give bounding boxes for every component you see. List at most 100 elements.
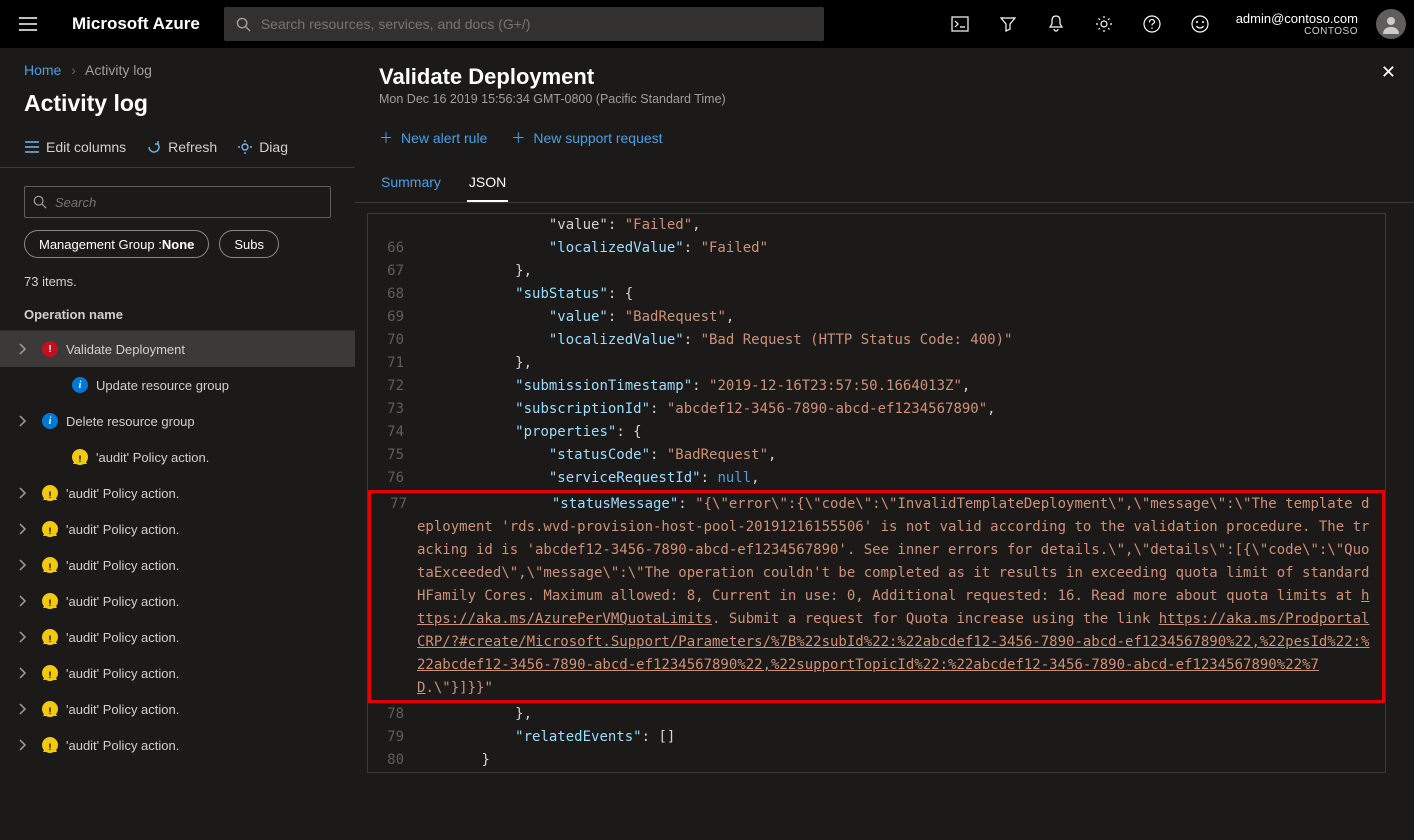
line-number: 80 — [368, 749, 414, 772]
filter-management-group[interactable]: Management Group : None — [24, 230, 209, 258]
operation-row[interactable]: ! 'audit' Policy action. — [0, 439, 355, 475]
chevron-right-icon — [18, 487, 34, 499]
operation-label: 'audit' Policy action. — [66, 558, 179, 573]
chevron-right-icon — [18, 415, 34, 427]
operation-row[interactable]: ! 'audit' Policy action. — [0, 547, 355, 583]
code-line: "properties": { — [414, 421, 1385, 444]
line-number: 75 — [368, 444, 414, 467]
code-line: "relatedEvents": [] — [414, 726, 1385, 749]
code-line: "localizedValue": "Bad Request (HTTP Sta… — [414, 329, 1385, 352]
detail-subtitle: Mon Dec 16 2019 15:56:34 GMT-0800 (Pacif… — [379, 92, 1390, 106]
operation-label: 'audit' Policy action. — [66, 594, 179, 609]
operation-row[interactable]: ! Validate Deployment — [0, 331, 355, 367]
status-warn-icon: ! — [42, 701, 58, 717]
chevron-right-icon — [18, 667, 34, 679]
line-number: 67 — [368, 260, 414, 283]
notifications-icon[interactable] — [1034, 2, 1078, 46]
breadcrumb: Home › Activity log — [0, 48, 355, 86]
operation-row[interactable]: i Update resource group — [0, 367, 355, 403]
line-number: 68 — [368, 283, 414, 306]
status-warn-icon: ! — [42, 665, 58, 681]
chevron-right-icon — [18, 631, 34, 643]
activity-search-input[interactable] — [55, 195, 322, 210]
operation-label: 'audit' Policy action. — [66, 486, 179, 501]
activity-search[interactable] — [24, 186, 331, 218]
global-search-input[interactable] — [261, 16, 812, 32]
new-support-request-button[interactable]: ＋ New support request — [511, 128, 662, 148]
operation-row[interactable]: ! 'audit' Policy action. — [0, 727, 355, 763]
help-icon[interactable] — [1130, 2, 1174, 46]
code-line: "serviceRequestId": null, — [414, 467, 1385, 490]
line-number: 72 — [368, 375, 414, 398]
operation-row[interactable]: i Delete resource group — [0, 403, 355, 439]
edit-columns-button[interactable]: Edit columns — [24, 139, 126, 155]
feedback-icon[interactable] — [1178, 2, 1222, 46]
close-button[interactable]: ✕ — [1381, 62, 1396, 83]
operation-row[interactable]: ! 'audit' Policy action. — [0, 583, 355, 619]
svg-text:!: ! — [49, 706, 52, 716]
chevron-right-icon — [18, 559, 34, 571]
user-email: admin@contoso.com — [1236, 11, 1358, 26]
refresh-button[interactable]: Refresh — [146, 139, 217, 155]
line-number: 78 — [368, 703, 414, 726]
line-number: 76 — [368, 467, 414, 490]
chevron-right-icon — [18, 595, 34, 607]
status-warn-icon: ! — [42, 737, 58, 753]
operation-label: Validate Deployment — [66, 342, 185, 357]
json-scroll-area[interactable]: "value": "Failed",66 "localizedValue": "… — [355, 203, 1414, 840]
line-number: 71 — [368, 352, 414, 375]
operation-label: 'audit' Policy action. — [96, 450, 209, 465]
status-info-icon: i — [72, 377, 88, 393]
operation-row[interactable]: ! 'audit' Policy action. — [0, 619, 355, 655]
code-line: "subStatus": { — [414, 283, 1385, 306]
cloud-shell-icon[interactable] — [938, 2, 982, 46]
operation-label: Update resource group — [96, 378, 229, 393]
line-number: 69 — [368, 306, 414, 329]
operations-list: ! Validate Deployment i Update resource … — [0, 331, 355, 840]
operation-row[interactable]: ! 'audit' Policy action. — [0, 475, 355, 511]
code-line: } — [414, 749, 1385, 772]
breadcrumb-current: Activity log — [85, 62, 152, 78]
svg-text:!: ! — [49, 742, 52, 752]
status-warn-icon: ! — [42, 557, 58, 573]
tab-json[interactable]: JSON — [467, 168, 508, 202]
column-header-operation: Operation name — [0, 299, 355, 331]
line-number: 66 — [368, 237, 414, 260]
diagnose-button[interactable]: Diag — [237, 139, 288, 155]
line-number: 79 — [368, 726, 414, 749]
operation-row[interactable]: ! 'audit' Policy action. — [0, 655, 355, 691]
settings-icon[interactable] — [1082, 2, 1126, 46]
svg-text:!: ! — [49, 526, 52, 536]
plus-icon: ＋ — [511, 128, 525, 148]
global-search[interactable] — [224, 7, 824, 41]
search-icon — [33, 195, 47, 209]
line-number: 74 — [368, 421, 414, 444]
svg-text:!: ! — [79, 454, 82, 464]
user-tenant: CONTOSO — [1236, 26, 1358, 37]
line-number: 77 — [371, 493, 417, 700]
breadcrumb-home[interactable]: Home — [24, 62, 61, 78]
code-line: "statusMessage": "{\"error\":{\"code\":\… — [417, 493, 1382, 700]
avatar[interactable] — [1376, 9, 1406, 39]
status-warn-icon: ! — [72, 449, 88, 465]
user-info[interactable]: admin@contoso.com CONTOSO — [1226, 11, 1368, 37]
operation-row[interactable]: ! 'audit' Policy action. — [0, 691, 355, 727]
code-line: }, — [414, 703, 1385, 726]
item-count: 73 items. — [0, 272, 355, 299]
search-icon — [236, 17, 251, 32]
tab-summary[interactable]: Summary — [379, 168, 443, 202]
status-warn-icon: ! — [42, 521, 58, 537]
directory-filter-icon[interactable] — [986, 2, 1030, 46]
code-line: "value": "BadRequest", — [414, 306, 1385, 329]
new-alert-rule-button[interactable]: ＋ New alert rule — [379, 128, 487, 148]
operation-row[interactable]: ! 'audit' Policy action. — [0, 511, 355, 547]
status-warn-icon: ! — [42, 593, 58, 609]
status-warn-icon: ! — [42, 629, 58, 645]
code-line: "submissionTimestamp": "2019-12-16T23:57… — [414, 375, 1385, 398]
operation-label: 'audit' Policy action. — [66, 702, 179, 717]
refresh-icon — [146, 139, 162, 155]
hamburger-menu[interactable] — [8, 4, 48, 44]
operation-label: 'audit' Policy action. — [66, 738, 179, 753]
filter-subscriptions[interactable]: Subs — [219, 230, 279, 258]
operation-label: 'audit' Policy action. — [66, 630, 179, 645]
